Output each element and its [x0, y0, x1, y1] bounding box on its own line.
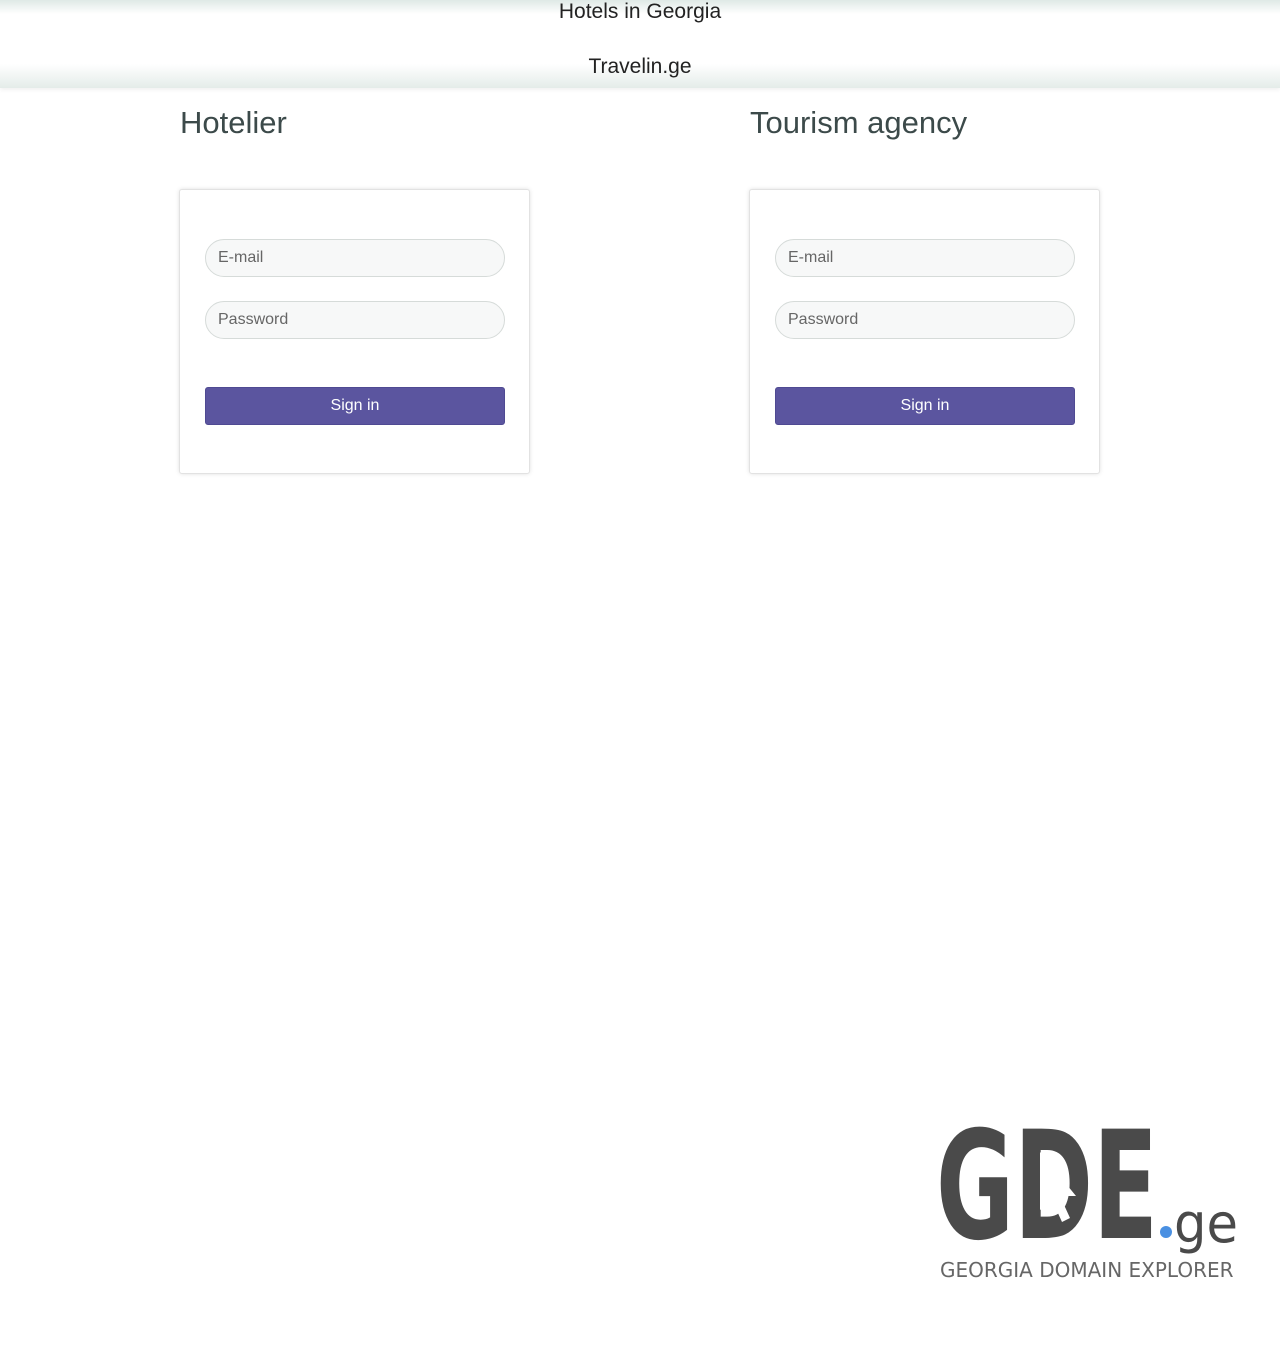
hotelier-email-input[interactable]: [205, 239, 505, 277]
tourism-agency-title: Tourism agency: [750, 105, 968, 140]
site-header: Hotels in Georgia Travelin.ge: [0, 0, 1280, 88]
hotelier-title: Hotelier: [180, 105, 287, 140]
agency-password-input[interactable]: [775, 301, 1075, 339]
agency-sign-in-button[interactable]: Sign in: [775, 387, 1075, 425]
agency-email-input[interactable]: [775, 239, 1075, 277]
logo-tagline: GEORGIA DOMAIN EXPLORER: [940, 1258, 1234, 1282]
hotelier-login-card: Sign in: [179, 189, 530, 474]
gde-logo-tld: ge: [1174, 1192, 1238, 1255]
agency-login-card: Sign in: [749, 189, 1100, 474]
header-title[interactable]: Hotels in Georgia: [0, 0, 1280, 24]
logo-dot: [1160, 1226, 1172, 1238]
hotelier-password-input[interactable]: [205, 301, 505, 339]
hotelier-sign-in-button[interactable]: Sign in: [205, 387, 505, 425]
header-site-name[interactable]: Travelin.ge: [0, 55, 1280, 79]
